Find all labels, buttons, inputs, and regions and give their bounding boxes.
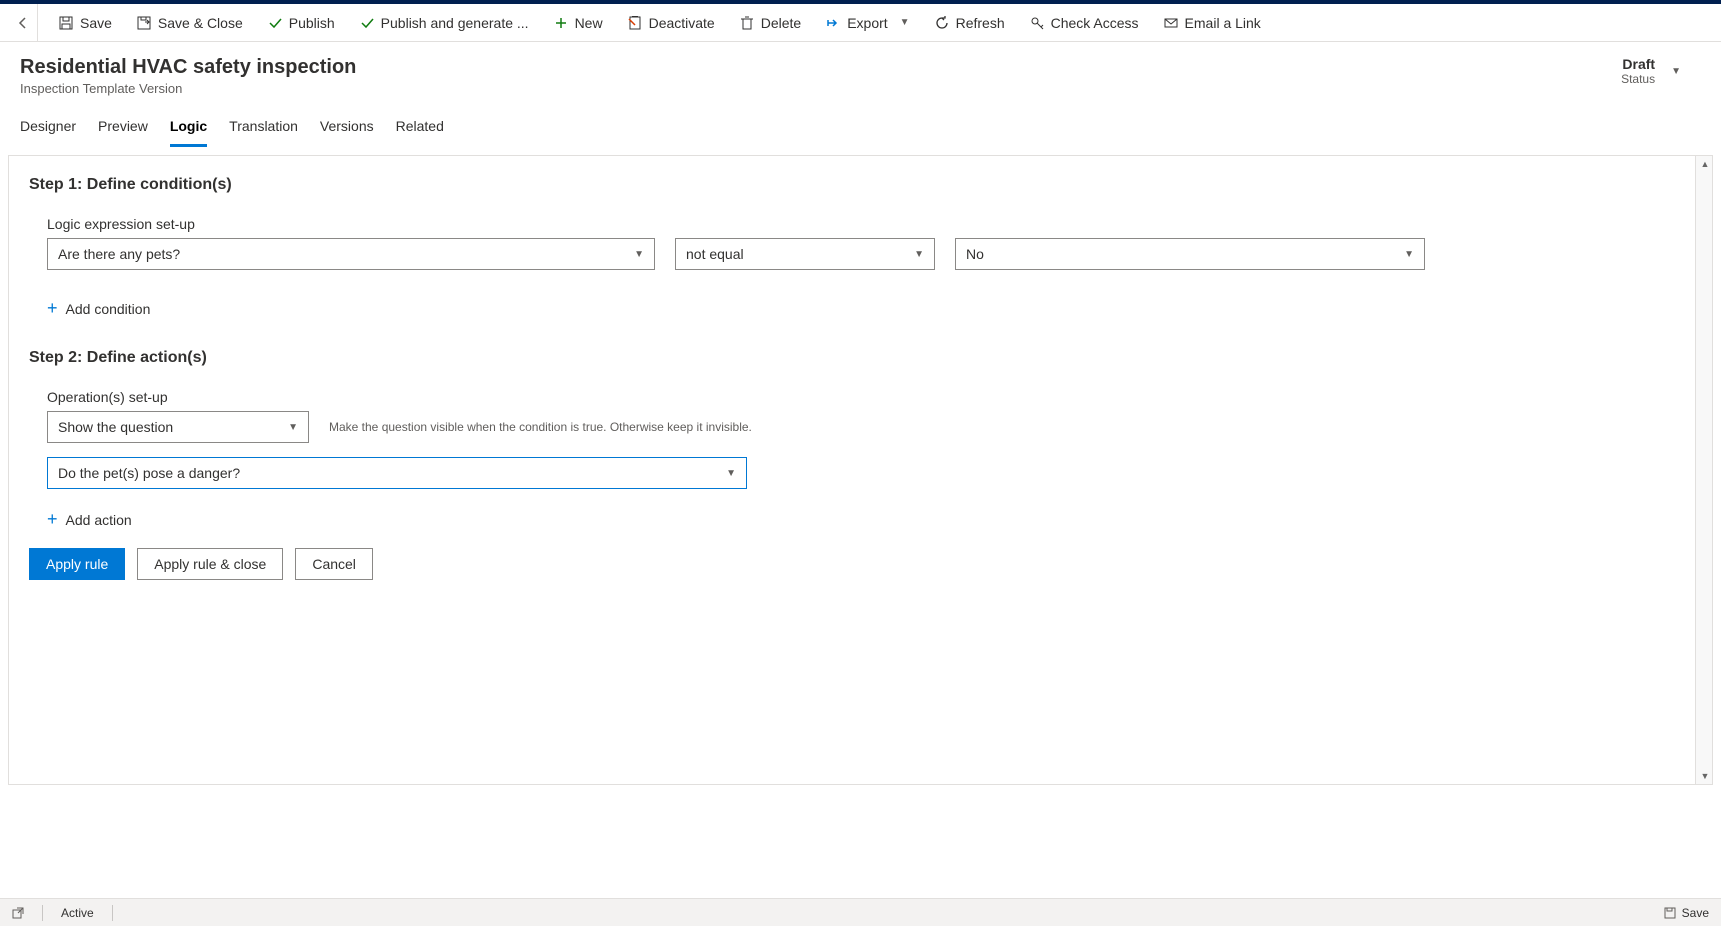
deactivate-icon	[627, 15, 643, 31]
chevron-down-icon: ▼	[634, 249, 644, 260]
add-condition-label: Add condition	[66, 301, 151, 317]
mail-icon	[1163, 15, 1179, 31]
cancel-button[interactable]: Cancel	[295, 548, 373, 580]
tab-logic[interactable]: Logic	[170, 112, 207, 147]
publish-label: Publish	[289, 15, 335, 31]
condition-value-value: No	[966, 246, 984, 262]
condition-question-dropdown[interactable]: Are there any pets? ▼	[47, 238, 655, 270]
command-bar: Save Save & Close Publish Publish and ge…	[0, 4, 1721, 42]
operation-help-text: Make the question visible when the condi…	[329, 420, 752, 434]
vertical-scrollbar[interactable]: ▲ ▼	[1695, 156, 1713, 784]
key-icon	[1029, 15, 1045, 31]
tab-preview[interactable]: Preview	[98, 112, 148, 147]
deactivate-button[interactable]: Deactivate	[617, 6, 725, 40]
email-link-button[interactable]: Email a Link	[1153, 6, 1271, 40]
publish-generate-label: Publish and generate ...	[381, 15, 529, 31]
save-icon	[1664, 907, 1676, 919]
chevron-down-icon: ▼	[288, 422, 298, 433]
save-close-button[interactable]: Save & Close	[126, 6, 253, 40]
chevron-down-icon: ▼	[1671, 66, 1681, 77]
export-label: Export	[847, 15, 887, 31]
plus-icon: +	[47, 509, 58, 530]
chevron-down-icon: ▼	[900, 17, 910, 28]
apply-rule-close-label: Apply rule & close	[154, 556, 266, 572]
publish-button[interactable]: Publish	[257, 6, 345, 40]
export-button[interactable]: Export ▼	[815, 6, 919, 40]
tab-designer[interactable]: Designer	[20, 112, 76, 147]
trash-icon	[739, 15, 755, 31]
chevron-down-icon: ▼	[914, 249, 924, 260]
plus-icon: +	[47, 298, 58, 319]
tab-bar: Designer Preview Logic Translation Versi…	[0, 112, 1721, 147]
target-question-value: Do the pet(s) pose a danger?	[58, 465, 240, 481]
new-label: New	[575, 15, 603, 31]
tab-related[interactable]: Related	[396, 112, 444, 147]
condition-operator-value: not equal	[686, 246, 744, 262]
footer-status: Active	[61, 906, 94, 920]
delete-label: Delete	[761, 15, 801, 31]
save-label: Save	[80, 15, 112, 31]
footer-save-button[interactable]: Save	[1664, 906, 1709, 920]
condition-value-dropdown[interactable]: No ▼	[955, 238, 1425, 270]
status-footer: Active Save	[0, 898, 1721, 926]
operations-label: Operation(s) set-up	[29, 389, 1692, 405]
condition-operator-dropdown[interactable]: not equal ▼	[675, 238, 935, 270]
add-action-button[interactable]: + Add action	[29, 509, 1692, 530]
chevron-down-icon: ▼	[1404, 249, 1414, 260]
operation-value: Show the question	[58, 419, 173, 435]
record-header: Residential HVAC safety inspection Inspe…	[0, 42, 1721, 102]
status-block[interactable]: Draft Status ▼	[1621, 56, 1701, 86]
save-icon	[58, 15, 74, 31]
check-icon	[359, 15, 375, 31]
page-subtitle: Inspection Template Version	[20, 81, 356, 96]
apply-rule-button[interactable]: Apply rule	[29, 548, 125, 580]
save-close-icon	[136, 15, 152, 31]
target-question-dropdown[interactable]: Do the pet(s) pose a danger? ▼	[47, 457, 747, 489]
tab-versions[interactable]: Versions	[320, 112, 374, 147]
condition-question-value: Are there any pets?	[58, 246, 180, 262]
check-access-label: Check Access	[1051, 15, 1139, 31]
email-link-label: Email a Link	[1185, 15, 1261, 31]
save-button[interactable]: Save	[48, 6, 122, 40]
check-access-button[interactable]: Check Access	[1019, 6, 1149, 40]
chevron-down-icon: ▼	[726, 468, 736, 479]
step1-heading: Step 1: Define condition(s)	[29, 176, 1692, 194]
content-panel: Step 1: Define condition(s) Logic expres…	[8, 155, 1713, 785]
footer-save-label: Save	[1682, 906, 1709, 920]
cancel-label: Cancel	[312, 556, 356, 572]
publish-generate-button[interactable]: Publish and generate ...	[349, 6, 539, 40]
scroll-up-arrow[interactable]: ▲	[1696, 156, 1713, 172]
deactivate-label: Deactivate	[649, 15, 715, 31]
tab-translation[interactable]: Translation	[229, 112, 298, 147]
delete-button[interactable]: Delete	[729, 6, 811, 40]
new-button[interactable]: New	[543, 6, 613, 40]
status-label: Status	[1621, 72, 1655, 86]
plus-icon	[553, 15, 569, 31]
export-icon	[825, 15, 841, 31]
save-close-label: Save & Close	[158, 15, 243, 31]
add-action-label: Add action	[66, 512, 132, 528]
refresh-button[interactable]: Refresh	[924, 6, 1015, 40]
refresh-icon	[934, 15, 950, 31]
step2-heading: Step 2: Define action(s)	[29, 349, 1692, 367]
operation-dropdown[interactable]: Show the question ▼	[47, 411, 309, 443]
popout-icon[interactable]	[12, 907, 24, 919]
back-button[interactable]	[8, 4, 38, 42]
page-title: Residential HVAC safety inspection	[20, 56, 356, 79]
check-icon	[267, 15, 283, 31]
apply-rule-label: Apply rule	[46, 556, 108, 572]
scroll-down-arrow[interactable]: ▼	[1696, 768, 1713, 784]
status-value: Draft	[1621, 56, 1655, 72]
logic-expression-label: Logic expression set-up	[29, 216, 1692, 232]
add-condition-button[interactable]: + Add condition	[29, 298, 1692, 319]
apply-rule-close-button[interactable]: Apply rule & close	[137, 548, 283, 580]
refresh-label: Refresh	[956, 15, 1005, 31]
